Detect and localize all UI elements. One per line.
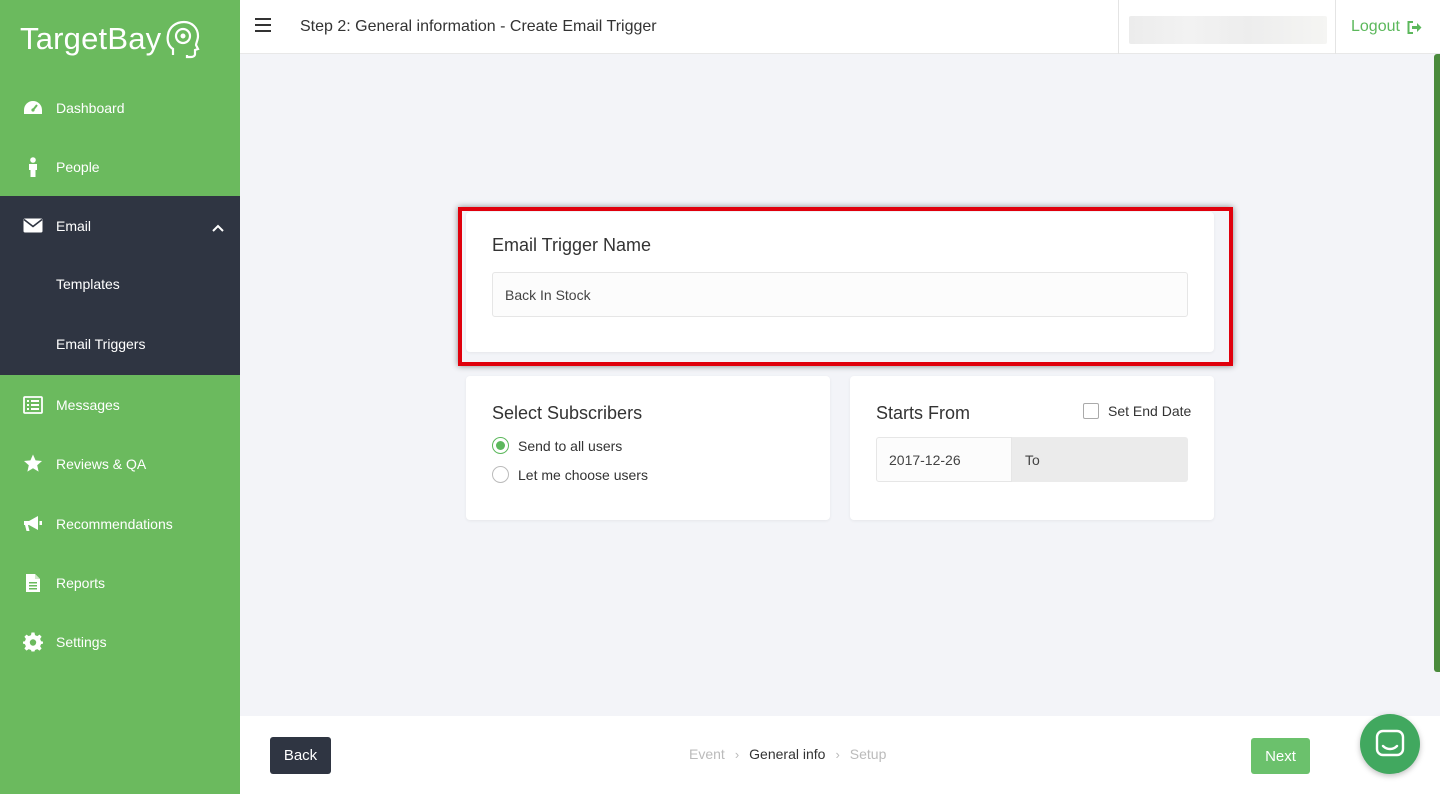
step-setup[interactable]: Setup: [850, 746, 887, 762]
chat-widget-button[interactable]: [1360, 714, 1420, 774]
sidebar-subitem-email-triggers[interactable]: Email Triggers: [56, 336, 145, 352]
sidebar-item-dashboard[interactable]: Dashboard: [0, 78, 240, 137]
top-header: Step 2: General information - Create Ema…: [240, 0, 1440, 54]
sidebar-item-label: Settings: [56, 633, 107, 650]
wizard-footer: Back Event › General info › Setup Next: [240, 716, 1440, 794]
radio-selected-icon[interactable]: [492, 437, 509, 454]
hamburger-menu-icon[interactable]: [255, 18, 271, 32]
sidebar-item-label: Reports: [56, 574, 106, 591]
targetbay-logo[interactable]: TargetBay: [20, 18, 201, 60]
back-button[interactable]: Back: [270, 737, 331, 774]
radio-label: Send to all users: [518, 437, 623, 454]
checkbox-label: Set End Date: [1108, 403, 1192, 419]
sidebar: TargetBay Dashboard People Email Templat…: [0, 0, 240, 794]
starts-from-card: Starts From Set End Date To: [850, 376, 1214, 520]
step-general-info[interactable]: General info: [749, 746, 825, 762]
brand-name: TargetBay: [20, 21, 162, 56]
star-icon: [22, 453, 44, 475]
envelope-icon: [22, 215, 44, 237]
header-divider: [1118, 0, 1119, 54]
select-subscribers-card: Select Subscribers Send to all users Let…: [466, 376, 830, 520]
chat-icon: [1375, 729, 1405, 757]
chevron-right-icon: ›: [734, 746, 740, 762]
radio-label: Let me choose users: [518, 466, 648, 483]
head-logo-icon: [166, 20, 200, 59]
date-range: To: [876, 437, 1188, 482]
gear-icon: [22, 631, 44, 653]
sidebar-item-label: Reviews & QA: [56, 455, 147, 472]
step-event[interactable]: Event: [689, 746, 725, 762]
to-label: To: [1025, 451, 1040, 468]
end-date-field: To: [1012, 437, 1188, 482]
scrollbar[interactable]: [1434, 54, 1440, 672]
sidebar-item-label: People: [56, 158, 100, 175]
next-button[interactable]: Next: [1251, 738, 1310, 774]
start-date-input[interactable]: [876, 437, 1012, 482]
report-icon: [22, 572, 44, 594]
chevron-right-icon: ›: [835, 746, 840, 762]
sidebar-item-label: Email: [56, 217, 92, 234]
sidebar-item-reports[interactable]: Reports: [0, 553, 240, 612]
sign-out-icon: [1407, 20, 1422, 34]
sidebar-item-label: Dashboard: [56, 99, 125, 116]
sidebar-item-messages[interactable]: Messages: [0, 375, 240, 434]
starts-from-title: Starts From: [876, 403, 971, 423]
wizard-steps: Event › General info › Setup: [689, 746, 886, 762]
dashboard-icon: [22, 97, 44, 119]
page-title: Step 2: General information - Create Ema…: [300, 18, 657, 35]
logout-label: Logout: [1351, 18, 1400, 35]
sidebar-item-settings[interactable]: Settings: [0, 612, 240, 671]
sidebar-item-reviews-qa[interactable]: Reviews & QA: [0, 434, 240, 493]
radio-unselected-icon[interactable]: [492, 466, 509, 483]
trigger-name-card: Email Trigger Name: [466, 212, 1214, 352]
send-to-all-radio[interactable]: Send to all users: [492, 437, 622, 454]
logout-button[interactable]: Logout: [1351, 18, 1422, 36]
set-end-date-checkbox[interactable]: Set End Date: [1083, 403, 1191, 419]
sidebar-item-label: Messages: [56, 396, 120, 413]
header-divider: [1335, 0, 1336, 54]
choose-users-radio[interactable]: Let me choose users: [492, 466, 648, 483]
sidebar-item-recommendations[interactable]: Recommendations: [0, 494, 240, 553]
chevron-up-icon[interactable]: [212, 219, 224, 235]
account-info-redacted: [1129, 16, 1327, 44]
sidebar-item-people[interactable]: People: [0, 137, 240, 196]
email-submenu: Templates Email Triggers: [0, 254, 240, 375]
checkbox-box[interactable]: [1083, 403, 1099, 419]
select-subscribers-title: Select Subscribers: [492, 403, 643, 423]
sidebar-item-label: Recommendations: [56, 515, 173, 532]
megaphone-icon: [22, 513, 44, 535]
trigger-name-input[interactable]: [492, 272, 1188, 317]
sidebar-subitem-templates[interactable]: Templates: [56, 276, 120, 292]
trigger-name-title: Email Trigger Name: [492, 235, 652, 255]
person-icon: [22, 156, 44, 178]
sidebar-item-email[interactable]: Email: [0, 196, 240, 255]
messages-icon: [22, 394, 44, 416]
